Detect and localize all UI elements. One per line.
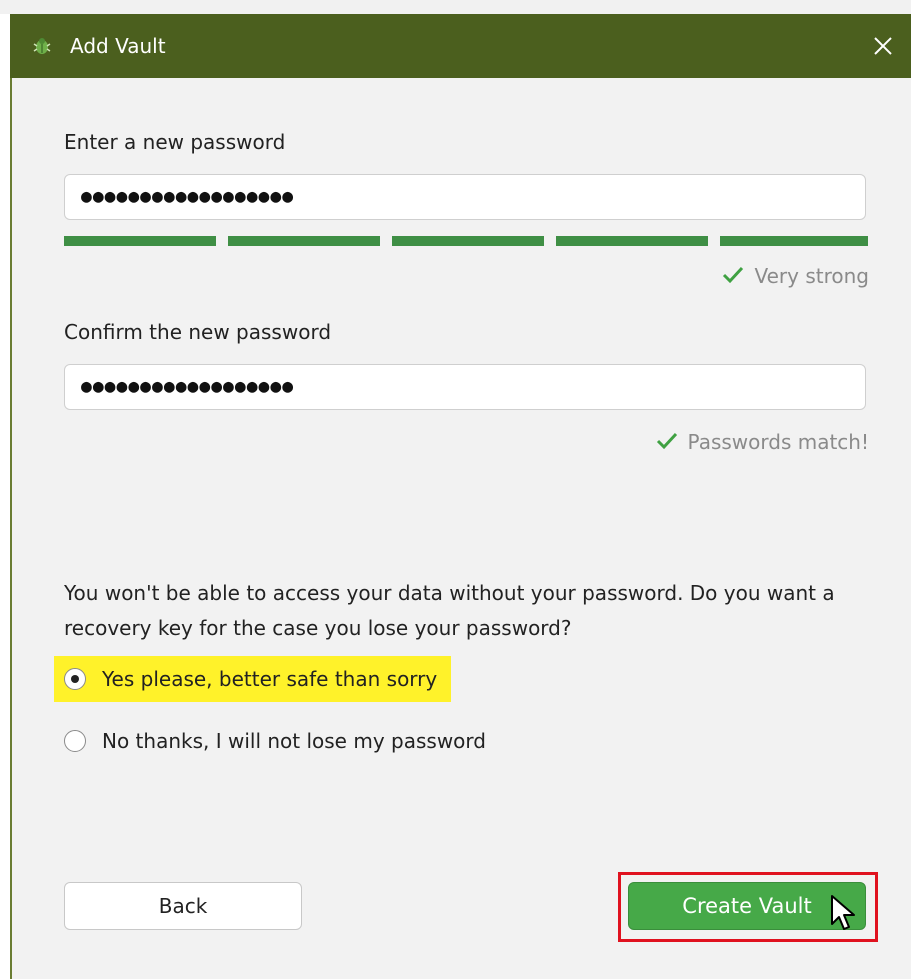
strength-segment (392, 236, 544, 246)
strength-text: Very strong (754, 264, 869, 288)
radio-button-selected[interactable] (64, 668, 86, 690)
recovery-question: You won't be able to access your data wi… (64, 581, 835, 640)
checkmark-icon (656, 432, 677, 450)
close-icon[interactable] (869, 32, 897, 60)
radio-label-yes: Yes please, better safe than sorry (102, 667, 438, 691)
strength-segment (228, 236, 380, 246)
radio-option-no-recovery[interactable]: No thanks, I will not lose my password (54, 718, 500, 764)
new-password-field[interactable]: ●●●●●●●●●●●●●●●●●● (64, 174, 866, 220)
strength-segment (556, 236, 708, 246)
match-text: Passwords match! (687, 430, 869, 454)
window-title: Add Vault (70, 34, 166, 58)
strength-segment (64, 236, 216, 246)
strength-segment (720, 236, 868, 246)
password-strength-meter (64, 236, 868, 246)
dialog-content: Enter a new password ●●●●●●●●●●●●●●●●●● … (10, 78, 911, 979)
password-match-status: Passwords match! (656, 430, 869, 454)
add-vault-dialog: Add Vault Enter a new password ●●●●●●●●●… (0, 0, 911, 979)
radio-option-yes-recovery[interactable]: Yes please, better safe than sorry (54, 656, 452, 702)
mouse-pointer-icon (831, 895, 855, 930)
confirm-password-label: Confirm the new password (64, 320, 332, 344)
desktop-background (0, 0, 911, 14)
password-strength-status: Very strong (722, 264, 869, 288)
radio-label-no: No thanks, I will not lose my password (102, 729, 486, 753)
new-password-label: Enter a new password (64, 130, 286, 154)
back-button[interactable]: Back (64, 882, 302, 930)
confirm-password-field[interactable]: ●●●●●●●●●●●●●●●●●● (64, 364, 866, 410)
radio-button-unselected[interactable] (64, 730, 86, 752)
vault-bug-icon (33, 38, 51, 54)
checkmark-icon (723, 266, 744, 284)
title-bar[interactable]: Add Vault (10, 14, 911, 78)
